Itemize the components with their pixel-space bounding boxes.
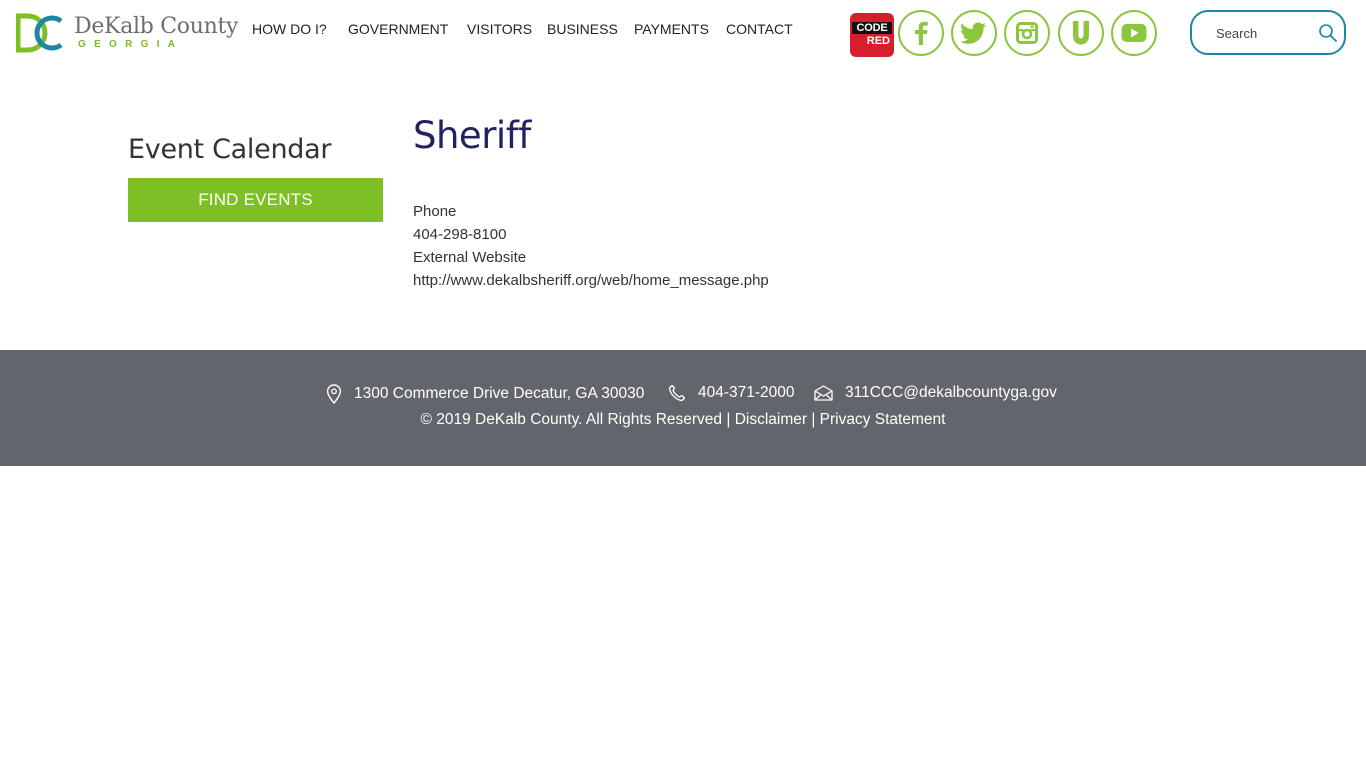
- phone-value: 404-298-8100: [413, 226, 507, 243]
- envelope-icon: [814, 385, 833, 401]
- nav-contact[interactable]: CONTACT: [726, 20, 793, 38]
- event-calendar-heading: Event Calendar: [128, 134, 332, 165]
- twitter-link[interactable]: [951, 10, 997, 56]
- nav-visitors[interactable]: VISITORS: [467, 20, 532, 38]
- footer-legal: © 2019 DeKalb County. All Rights Reserve…: [0, 411, 1366, 429]
- contact-info: Phone 404-298-8100 External Website http…: [413, 200, 769, 292]
- footer-email: 311CCC@dekalbcountyga.gov: [814, 384, 1057, 402]
- search-box: [1190, 10, 1346, 55]
- search-input[interactable]: [1216, 23, 1312, 43]
- site-header: DeKalb County GEORGIA HOW DO I? GOVERNME…: [0, 0, 1366, 66]
- privacy-statement-link[interactable]: Privacy Statement: [820, 411, 946, 428]
- logo-name: DeKalb County: [74, 14, 239, 39]
- instagram-icon: [1016, 22, 1038, 44]
- separator: |: [722, 411, 735, 428]
- search-icon: [1319, 24, 1337, 42]
- nav-business[interactable]: BUSINESS: [547, 20, 618, 38]
- dc-logo-icon: [16, 13, 63, 53]
- logo-subtitle: GEORGIA: [78, 39, 184, 50]
- nav-government[interactable]: GOVERNMENT: [348, 20, 448, 38]
- site-footer: 1300 Commerce Drive Decatur, GA 30030 40…: [0, 350, 1366, 466]
- youtube-link[interactable]: [1111, 10, 1157, 56]
- nav-payments[interactable]: PAYMENTS: [634, 20, 709, 38]
- footer-email-link[interactable]: 311CCC@dekalbcountyga.gov: [845, 384, 1057, 402]
- codered-label-top: CODE: [852, 22, 892, 34]
- phone-label: Phone: [413, 203, 457, 220]
- codered-button[interactable]: CODE RED: [850, 13, 894, 57]
- youtube-icon: [1121, 24, 1147, 42]
- facebook-icon: [915, 21, 928, 45]
- site-logo[interactable]: DeKalb County GEORGIA: [16, 13, 238, 55]
- search-button[interactable]: [1318, 23, 1338, 43]
- website-label: External Website: [413, 249, 527, 266]
- footer-phone-link[interactable]: 404-371-2000: [698, 384, 795, 402]
- page-title: Sheriff: [413, 114, 531, 157]
- separator: |: [807, 411, 820, 428]
- disclaimer-link[interactable]: Disclaimer: [735, 411, 807, 428]
- facebook-link[interactable]: [898, 10, 944, 56]
- footer-address: 1300 Commerce Drive Decatur, GA 30030: [326, 384, 644, 404]
- nav-how-do-i[interactable]: HOW DO I?: [252, 20, 327, 38]
- find-events-button[interactable]: FIND EVENTS: [128, 178, 383, 222]
- instagram-link[interactable]: [1004, 10, 1050, 56]
- u-link[interactable]: [1058, 10, 1104, 56]
- copyright-text: © 2019 DeKalb County. All Rights Reserve…: [420, 411, 723, 428]
- website-link[interactable]: http://www.dekalbsheriff.org/web/home_me…: [413, 272, 769, 289]
- map-pin-icon: [326, 384, 342, 404]
- u-icon: [1073, 21, 1089, 45]
- phone-icon: [668, 384, 686, 402]
- footer-address-text: 1300 Commerce Drive Decatur, GA 30030: [354, 385, 645, 402]
- codered-label-bottom: RED: [866, 35, 890, 47]
- footer-phone: 404-371-2000: [668, 384, 795, 402]
- twitter-icon: [961, 22, 986, 44]
